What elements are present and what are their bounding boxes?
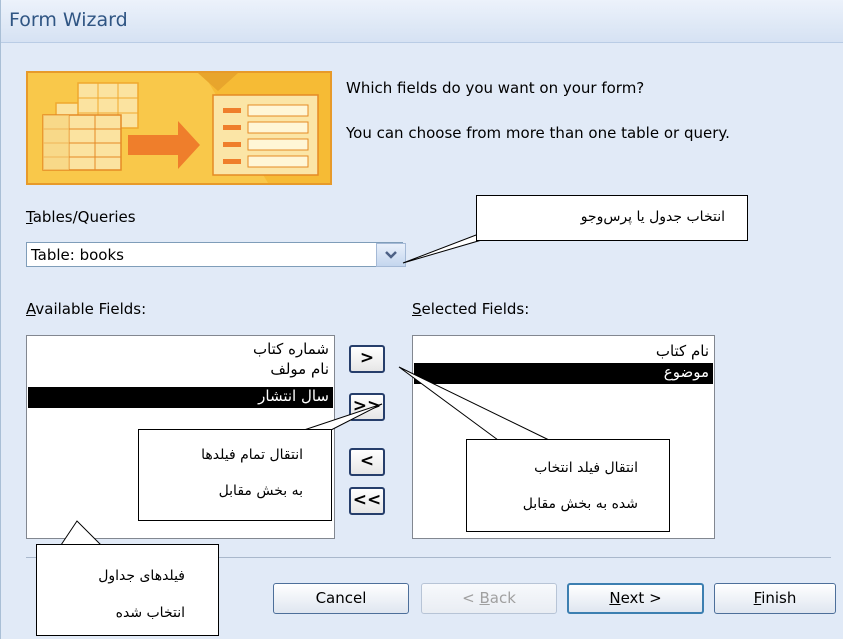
callout-move-all: انتقال تمام فیلدها به بخش مقابل [138, 429, 332, 521]
callout-move-selected: انتقال فیلد انتخاب شده به بخش مقابل [466, 439, 670, 532]
callout-table-select: انتخاب جدول یا پرس‌وجو [476, 195, 748, 241]
form-wizard-window: Form Wizard Which fields do you want on … [0, 0, 843, 639]
callout-fields: فیلدهای جداول انتخاب شده [36, 544, 219, 636]
